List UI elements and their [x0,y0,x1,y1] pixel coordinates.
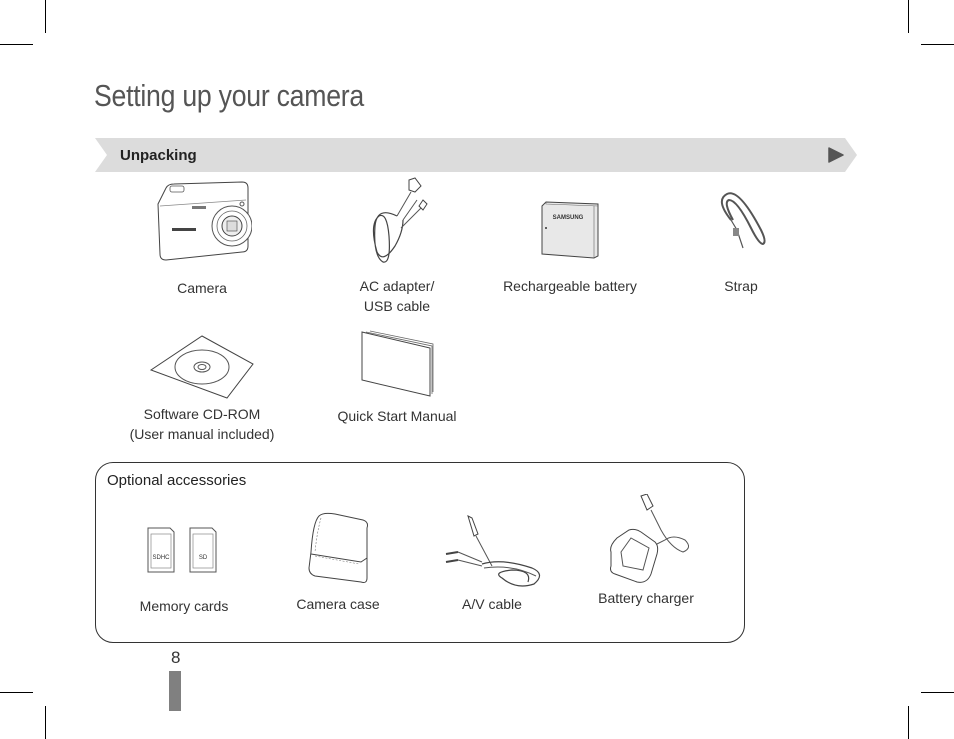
item-cd-rom: Software CD-ROM (User manual included) [122,334,282,444]
item-label: A/V cable [462,596,522,612]
crop-mark [908,0,909,33]
camera-icon [157,181,252,261]
item-label: Rechargeable battery [503,278,637,294]
item-battery-charger: Battery charger [591,494,701,608]
av-cable-icon [445,515,541,587]
page-number: 8 [171,648,181,667]
item-camera-case: Camera case [283,512,393,614]
item-battery: SAMSUNG Rechargeable battery [500,200,640,296]
memory-cards-icon: SDHC SD [147,527,217,573]
item-quick-start-manual: Quick Start Manual [327,330,467,426]
page-title: Setting up your camera [94,78,364,113]
battery-icon: SAMSUNG [541,201,599,259]
play-triangle-icon [828,147,844,163]
cd-rom-icon [149,335,254,399]
item-label: Battery charger [598,590,694,606]
sdhc-label: SDHC [152,555,170,561]
battery-brand: SAMSUNG [553,215,584,221]
crop-mark [921,692,954,693]
item-ac-adapter: AC adapter/ USB cable [332,176,462,316]
item-memory-cards: SDHC SD Memory cards [124,526,244,616]
crop-mark [0,692,33,693]
page-tab-marker [169,671,181,711]
sd-label: SD [199,555,208,561]
optional-accessories-title: Optional accessories [107,472,247,489]
item-strap: Strap [701,190,781,296]
item-label: Memory cards [139,598,229,614]
ac-adapter-cable-icon [372,177,428,263]
item-label: AC adapter/ USB cable [359,278,435,314]
camera-case-icon [308,512,368,583]
item-av-cable: A/V cable [437,514,547,614]
item-label: Camera case [296,596,380,612]
crop-mark [921,44,954,45]
item-label: Software CD-ROM (User manual included) [129,406,275,442]
crop-mark [0,44,33,45]
banner-shape [95,138,857,172]
crop-mark [45,706,46,739]
manual-book-icon [361,330,434,397]
crop-mark [908,706,909,739]
item-label: Strap [724,278,758,294]
section-title: Unpacking [120,147,197,164]
section-banner: Unpacking [95,138,857,172]
item-camera: Camera [142,180,262,298]
item-label: Quick Start Manual [337,408,457,424]
strap-icon [720,192,766,249]
battery-charger-icon [610,494,689,583]
crop-mark [45,0,46,33]
item-label: Camera [177,280,227,296]
